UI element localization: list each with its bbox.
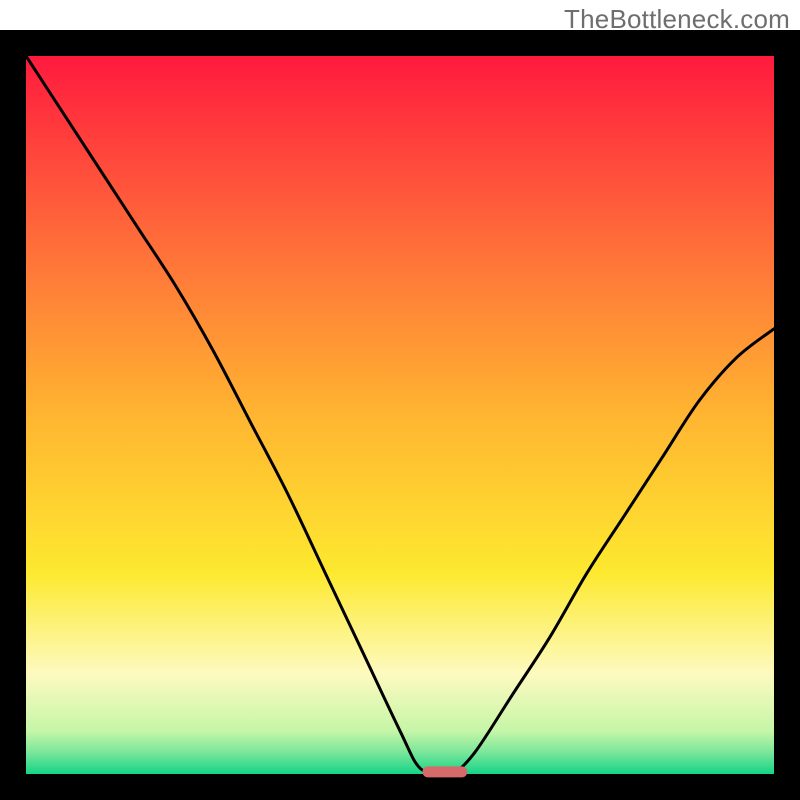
watermark-text: TheBottleneck.com (564, 4, 790, 35)
chart-frame: TheBottleneck.com (0, 0, 800, 800)
optimal-marker (422, 766, 467, 777)
bottleneck-chart (0, 0, 800, 800)
